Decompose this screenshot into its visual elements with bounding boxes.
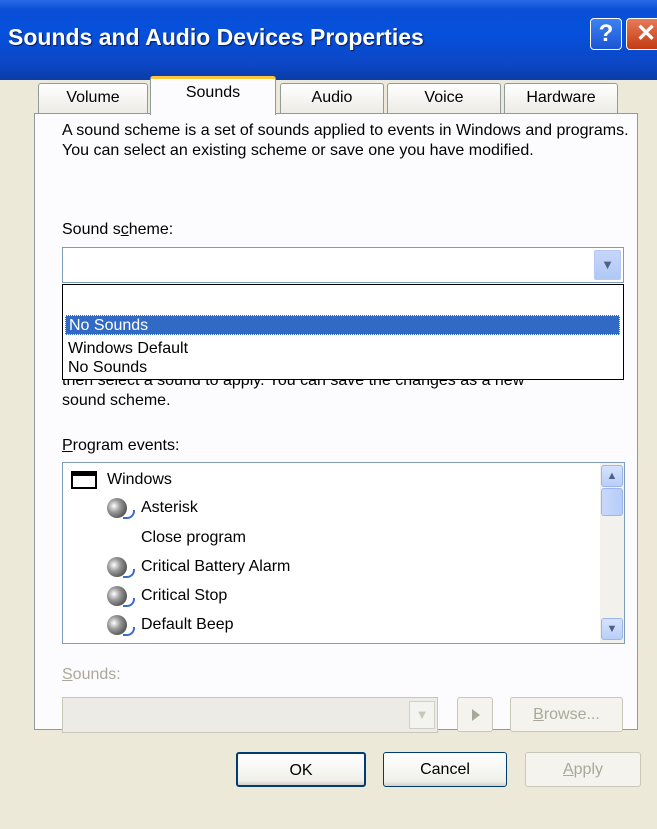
play-icon (472, 709, 480, 721)
title-bar: Sounds and Audio Devices Properties ? ✕ (0, 0, 657, 80)
event-close-program[interactable]: Close program (107, 524, 407, 552)
apply-button[interactable]: Apply (525, 752, 641, 787)
scroll-down-icon[interactable]: ▼ (601, 618, 623, 640)
speaker-icon (107, 498, 135, 519)
chevron-down-icon[interactable]: ▼ (594, 250, 621, 280)
window-icon (71, 471, 97, 489)
scroll-thumb[interactable] (601, 488, 623, 516)
play-sound-button[interactable] (457, 697, 493, 732)
help-icon: ? (598, 20, 614, 47)
scroll-up-icon[interactable]: ▲ (601, 465, 623, 487)
sound-scheme-label: Sound scheme: (62, 221, 174, 238)
scheme-option-no-sounds-2[interactable]: No Sounds (65, 358, 620, 378)
tab-sounds[interactable]: Sounds (150, 76, 276, 115)
scheme-option-no-sounds[interactable]: No Sounds (65, 315, 620, 335)
speaker-icon (107, 586, 135, 607)
tab-volume[interactable]: Volume (38, 83, 148, 113)
event-critical-battery-alarm[interactable]: Critical Battery Alarm (107, 553, 407, 581)
sounds-label: Sounds: (62, 666, 121, 683)
close-icon: ✕ (635, 20, 657, 47)
scheme-description: A sound scheme is a set of sounds applie… (62, 122, 629, 159)
scheme-option-windows-default[interactable]: Windows Default (65, 339, 620, 359)
cancel-button[interactable]: Cancel (383, 752, 507, 787)
speaker-icon (107, 557, 135, 578)
event-default-beep[interactable]: Default Beep (107, 611, 407, 639)
close-button[interactable]: ✕ (626, 18, 657, 50)
window-title: Sounds and Audio Devices Properties (8, 24, 424, 50)
sound-scheme-dropdown: No Sounds Windows Default No Sounds (62, 284, 624, 380)
sound-file-combo[interactable]: ▼ (62, 697, 438, 733)
tab-voice[interactable]: Voice (387, 83, 501, 113)
program-events-list[interactable]: Windows Asterisk Close program Critical … (62, 462, 625, 644)
tab-hardware[interactable]: Hardware (504, 83, 618, 113)
sound-scheme-combo[interactable]: ▼ (62, 247, 624, 283)
speaker-icon (107, 615, 135, 636)
tab-audio[interactable]: Audio (280, 83, 384, 113)
ok-button[interactable]: OK (236, 752, 366, 787)
browse-button[interactable]: Browse... (510, 697, 623, 732)
help-button[interactable]: ? (590, 18, 622, 50)
program-events-label: Program events: (62, 437, 180, 454)
event-asterisk[interactable]: Asterisk (107, 494, 407, 522)
events-scrollbar[interactable]: ▲ ▼ (600, 463, 624, 643)
chevron-down-icon[interactable]: ▼ (409, 701, 435, 729)
event-critical-stop[interactable]: Critical Stop (107, 582, 407, 610)
